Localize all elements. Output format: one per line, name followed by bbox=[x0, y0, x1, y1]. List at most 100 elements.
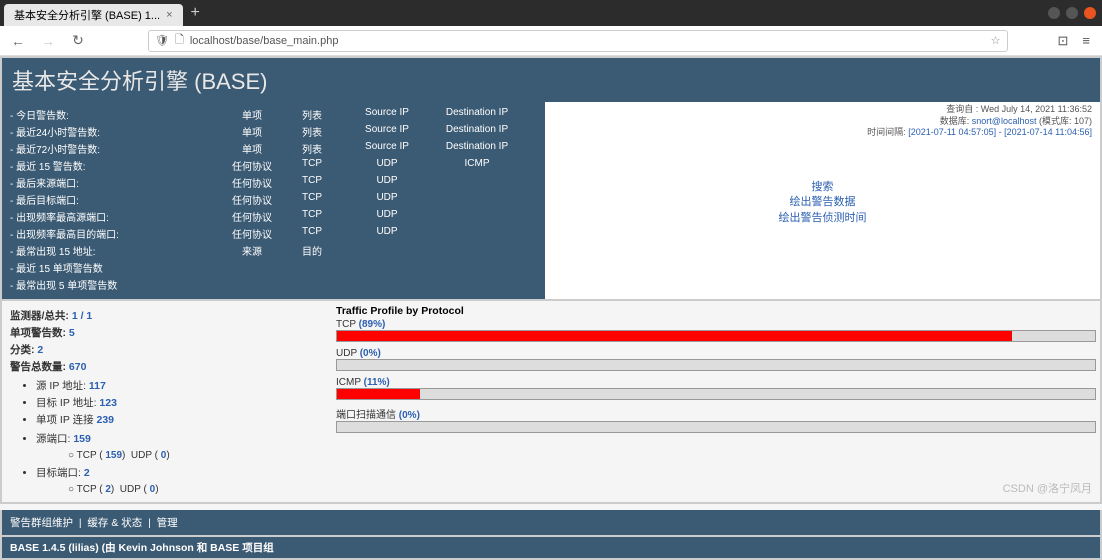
query-label[interactable]: - 最常出现 5 单项警告数 bbox=[10, 277, 222, 292]
query-col[interactable]: Source IP bbox=[342, 107, 432, 122]
meta-info: 查询自 : Wed July 14, 2021 11:36:52 数据库: sn… bbox=[867, 104, 1092, 139]
query-col[interactable]: TCP bbox=[282, 226, 342, 241]
src-ip-link[interactable]: 117 bbox=[89, 380, 106, 392]
query-col[interactable] bbox=[432, 175, 522, 190]
query-col[interactable] bbox=[432, 243, 522, 258]
query-col[interactable]: Destination IP bbox=[432, 124, 522, 139]
query-col[interactable]: 单项 bbox=[222, 124, 282, 139]
action-link[interactable]: 搜索 bbox=[545, 180, 1100, 195]
unique-alerts-link[interactable]: 5 bbox=[69, 327, 75, 339]
query-col[interactable] bbox=[432, 226, 522, 241]
query-label[interactable]: - 最近72小时警告数: bbox=[10, 141, 222, 156]
query-panel: - 今日警告数:单项列表Source IPDestination IP- 最近2… bbox=[2, 102, 545, 299]
query-col[interactable] bbox=[342, 260, 432, 275]
query-label[interactable]: - 今日警告数: bbox=[10, 107, 222, 122]
new-tab-button[interactable]: + bbox=[191, 4, 200, 22]
query-col[interactable]: 来源 bbox=[222, 243, 282, 258]
tab-title: 基本安全分析引擎 (BASE) 1... bbox=[14, 7, 160, 23]
query-col[interactable] bbox=[432, 209, 522, 224]
footer-link[interactable]: 警告群组维护 bbox=[10, 517, 73, 529]
categories-link[interactable]: 2 bbox=[37, 344, 43, 356]
query-col[interactable]: Source IP bbox=[342, 141, 432, 156]
time-link[interactable]: [2021-07-11 04:57:05] - [2021-07-14 11:0… bbox=[908, 127, 1092, 137]
protocol-bar bbox=[336, 421, 1096, 433]
query-col[interactable]: 单项 bbox=[222, 141, 282, 156]
query-col[interactable]: ICMP bbox=[432, 158, 522, 173]
query-col[interactable] bbox=[342, 277, 432, 292]
menu-icon[interactable]: ≡ bbox=[1082, 33, 1090, 49]
query-col[interactable]: UDP bbox=[342, 158, 432, 173]
query-col[interactable]: 任何协议 bbox=[222, 158, 282, 173]
minimize-icon[interactable] bbox=[1048, 7, 1060, 19]
query-label[interactable]: - 最常出现 15 地址: bbox=[10, 243, 222, 258]
query-col[interactable]: 单项 bbox=[222, 107, 282, 122]
query-col[interactable]: Destination IP bbox=[432, 107, 522, 122]
query-label[interactable]: - 最后目标端口: bbox=[10, 192, 222, 207]
protocol-bar bbox=[336, 330, 1096, 342]
dst-port-link[interactable]: 2 bbox=[84, 467, 90, 479]
query-label[interactable]: - 最近 15 警告数: bbox=[10, 158, 222, 173]
total-alerts-link[interactable]: 670 bbox=[69, 361, 87, 373]
query-col[interactable]: 任何协议 bbox=[222, 226, 282, 241]
sensor-link[interactable]: 1 / 1 bbox=[72, 310, 92, 322]
query-col[interactable]: UDP bbox=[342, 192, 432, 207]
query-label[interactable]: - 出现频率最高源端口: bbox=[10, 209, 222, 224]
query-col[interactable] bbox=[222, 260, 282, 275]
lock-icon: 🗋 bbox=[175, 31, 184, 50]
query-col[interactable]: TCP bbox=[282, 209, 342, 224]
query-col[interactable]: Destination IP bbox=[432, 141, 522, 156]
close-window-icon[interactable] bbox=[1084, 7, 1096, 19]
list-item: 单项 IP 连接 239 bbox=[36, 411, 312, 428]
query-col[interactable] bbox=[282, 277, 342, 292]
query-col[interactable]: Source IP bbox=[342, 124, 432, 139]
back-icon[interactable]: ← bbox=[8, 33, 28, 49]
query-col[interactable]: TCP bbox=[282, 175, 342, 190]
maximize-icon[interactable] bbox=[1066, 7, 1078, 19]
query-col[interactable]: 列表 bbox=[282, 124, 342, 139]
query-col[interactable]: 列表 bbox=[282, 107, 342, 122]
query-col[interactable] bbox=[342, 243, 432, 258]
download-icon[interactable]: ⊡ bbox=[1058, 33, 1069, 49]
ip-links-link[interactable]: 239 bbox=[97, 414, 115, 426]
query-label[interactable]: - 最近 15 单项警告数 bbox=[10, 260, 222, 275]
footer-nav: 警告群组维护 | 缓存 & 状态 | 管理 bbox=[0, 510, 1102, 537]
query-col[interactable] bbox=[282, 260, 342, 275]
protocol-label: ICMP (11%) bbox=[336, 377, 1096, 388]
protocol-pct[interactable]: (0%) bbox=[360, 348, 381, 359]
dst-ip-link[interactable]: 123 bbox=[99, 397, 117, 409]
footer-link[interactable]: 缓存 & 状态 bbox=[87, 517, 142, 529]
query-col[interactable]: UDP bbox=[342, 226, 432, 241]
query-label[interactable]: - 出现频率最高目的端口: bbox=[10, 226, 222, 241]
query-col[interactable]: UDP bbox=[342, 209, 432, 224]
queried-time: 查询自 : Wed July 14, 2021 11:36:52 bbox=[867, 104, 1092, 116]
query-col[interactable]: TCP bbox=[282, 192, 342, 207]
address-bar[interactable]: 🛡 🗋 localhost/base/base_main.php ☆ bbox=[148, 30, 1008, 52]
reload-icon[interactable]: ↻ bbox=[68, 32, 88, 49]
query-col[interactable] bbox=[432, 277, 522, 292]
query-col[interactable]: 任何协议 bbox=[222, 192, 282, 207]
browser-tab[interactable]: 基本安全分析引擎 (BASE) 1... × bbox=[4, 4, 183, 26]
query-col[interactable]: 任何协议 bbox=[222, 175, 282, 190]
protocol-pct[interactable]: (89%) bbox=[359, 319, 386, 330]
query-col[interactable]: 目的 bbox=[282, 243, 342, 258]
bookmark-icon[interactable]: ☆ bbox=[991, 34, 1001, 47]
src-port-link[interactable]: 159 bbox=[73, 433, 91, 445]
list-item: 源端口: 159 bbox=[36, 430, 312, 447]
query-col[interactable] bbox=[222, 277, 282, 292]
close-icon[interactable]: × bbox=[166, 9, 172, 21]
protocol-pct[interactable]: (11%) bbox=[364, 377, 390, 388]
protocol-pct[interactable]: (0%) bbox=[399, 410, 420, 421]
query-col[interactable]: TCP bbox=[282, 158, 342, 173]
query-col[interactable] bbox=[432, 260, 522, 275]
action-link[interactable]: 绘出警告数据 bbox=[545, 195, 1100, 210]
query-label[interactable]: - 最近24小时警告数: bbox=[10, 124, 222, 139]
query-col[interactable] bbox=[432, 192, 522, 207]
list-item: 源 IP 地址: 117 bbox=[36, 377, 312, 394]
action-link[interactable]: 绘出警告侦测时间 bbox=[545, 211, 1100, 226]
footer-link[interactable]: 管理 bbox=[157, 517, 178, 529]
query-label[interactable]: - 最后来源端口: bbox=[10, 175, 222, 190]
query-col[interactable]: 任何协议 bbox=[222, 209, 282, 224]
query-col[interactable]: 列表 bbox=[282, 141, 342, 156]
db-link[interactable]: snort@localhost bbox=[972, 116, 1037, 126]
query-col[interactable]: UDP bbox=[342, 175, 432, 190]
